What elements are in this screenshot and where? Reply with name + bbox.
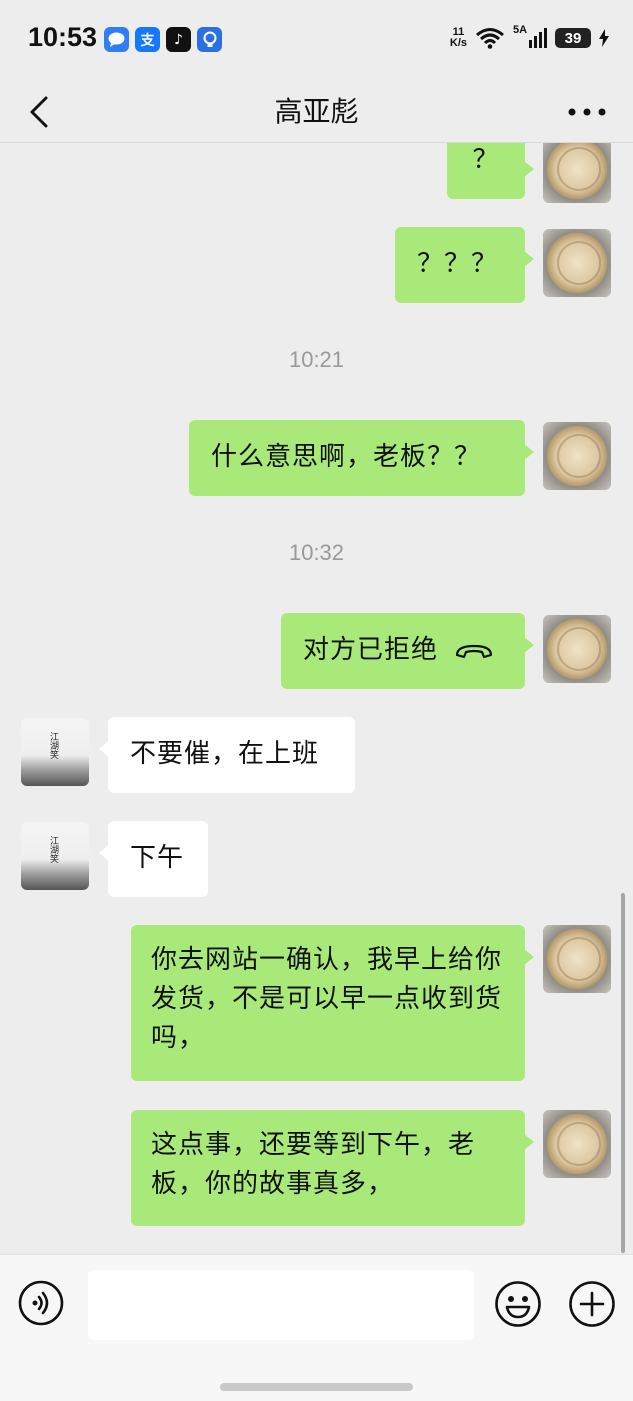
message-timestamp: 10:21	[288, 347, 345, 372]
my-avatar[interactable]	[543, 925, 611, 993]
my-avatar[interactable]	[543, 615, 611, 683]
call-record-bubble[interactable]: 对方已拒绝	[281, 613, 534, 689]
chat-area[interactable]: ？ ？？？ 10:21 什么意思啊，老板？？ 10:32 对方已拒绝 江湖笑 不…	[0, 143, 633, 1253]
call-declined-icon	[455, 644, 493, 658]
more-functions-plus-icon[interactable]	[568, 1280, 616, 1328]
message-bubble-sent[interactable]: 你去网站一确认，我早上给你发货，不是可以早一点收到货吗，	[131, 925, 534, 1081]
emoji-icon[interactable]	[494, 1280, 542, 1328]
my-avatar[interactable]	[543, 143, 611, 203]
home-indicator[interactable]	[220, 1383, 413, 1391]
message-app-icon	[104, 27, 129, 52]
chat-header: 高亚彪	[0, 80, 633, 143]
signal-bars-icon	[529, 28, 547, 48]
status-app-icons: 支 ♪	[104, 27, 222, 52]
wifi-icon	[476, 28, 504, 49]
message-bubble-sent[interactable]: ？	[447, 143, 534, 199]
my-avatar[interactable]	[543, 1110, 611, 1178]
message-bubble-received[interactable]: 不要催，在上班	[99, 717, 355, 793]
message-bubble-sent[interactable]: 什么意思啊，老板？？	[189, 420, 534, 496]
contact-avatar[interactable]: 江湖笑	[21, 718, 89, 786]
battery-indicator: 39	[555, 28, 591, 48]
net-speed-unit: K/s	[449, 37, 467, 49]
voice-input-icon[interactable]	[18, 1280, 64, 1326]
message-timestamp: 10:32	[288, 540, 345, 565]
status-bar: 10:53 支 ♪ 11 K/s 5A 39	[0, 0, 633, 80]
status-right: 11 K/s 5A 39	[450, 24, 609, 50]
contact-avatar-text: 江湖笑	[48, 732, 58, 759]
message-bubble-sent[interactable]: 这点事，还要等到下午，老板，你的故事真多，	[131, 1110, 534, 1226]
my-avatar[interactable]	[543, 422, 611, 490]
contact-avatar-text: 江湖笑	[48, 836, 58, 863]
my-avatar[interactable]	[543, 229, 611, 297]
chat-scrollbar[interactable]	[621, 893, 625, 1253]
contact-avatar[interactable]: 江湖笑	[21, 822, 89, 890]
message-bubble-sent[interactable]: ？？？	[395, 227, 534, 303]
net-speed: 11 K/s	[450, 27, 467, 49]
bulb-app-icon	[197, 27, 222, 52]
tiktok-icon: ♪	[166, 27, 191, 52]
call-record-text: 对方已拒绝	[303, 635, 439, 665]
status-time: 10:53	[28, 22, 98, 52]
input-bar	[0, 1254, 633, 1401]
chat-title: 高亚彪	[274, 95, 359, 128]
charging-icon	[599, 29, 609, 47]
alipay-icon: 支	[135, 27, 160, 52]
message-bubble-received[interactable]: 下午	[99, 821, 208, 897]
more-options-icon[interactable]	[567, 102, 607, 122]
signal-indicator: 5A	[513, 24, 547, 50]
message-input[interactable]	[88, 1270, 474, 1340]
